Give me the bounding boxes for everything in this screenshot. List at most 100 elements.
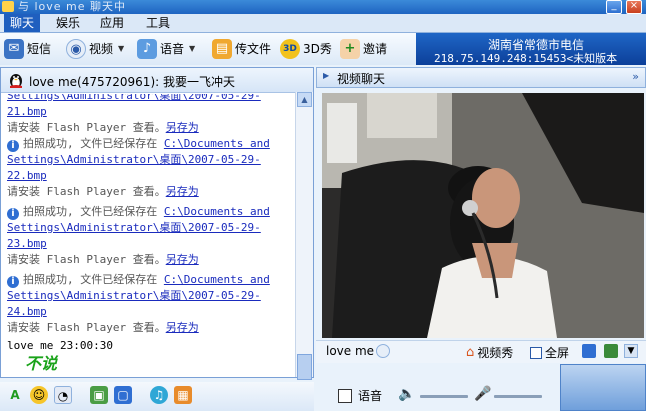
fullscreen-button[interactable]: 全屏 [530,344,569,361]
video-chat-title: 视频聊天 [337,72,386,86]
expand-arrow-icon[interactable]: » [632,70,639,83]
close-button[interactable]: × [626,0,642,14]
home-icon: ⌂ [466,345,475,360]
chat-panel: love me(475720961): 我要一飞冲天 Settings\Admi… [0,67,314,380]
speaker-icon[interactable]: 🔈 [398,386,415,402]
message-text: 拍照成功, 文件已经保存在 [23,137,164,150]
chat-scrollbar[interactable]: ▲ [295,92,313,380]
folder-icon: ▤ [212,39,232,59]
video-user-name: love me [326,344,375,358]
font-icon[interactable]: A [6,386,24,404]
save-as-link[interactable]: 另存为 [166,121,199,134]
system-message: i 拍照成功, 文件已经保存在 C:\Documents and Settings… [7,136,291,200]
scroll-thumb[interactable] [297,354,312,380]
microphone-icon[interactable]: 🎤 [474,386,491,402]
file-path-link[interactable]: C:\Documents and [164,273,270,286]
message-text: 不说 [25,354,58,373]
sms-label: 短信 [27,42,52,56]
fullscreen-label: 全屏 [545,346,570,360]
penguin-icon [10,74,22,88]
send-file-button[interactable]: ▤ 传文件 [212,38,271,60]
screenshot-icon[interactable]: ▢ [114,386,132,404]
magic-emoji-icon[interactable]: ◔ [54,386,72,404]
message-text: 拍照成功, 文件已经保存在 [23,205,164,218]
video-chat-header: ▶ 视频聊天 » [316,67,646,88]
sms-button[interactable]: ✉ 短信 [4,38,51,60]
toolbar: ✉ 短信 ◉ 视频 ▼ ♪ 语音 ▼ ▤ 传文件 3D 3D秀 + 邀请 [0,33,416,65]
info-icon: i [7,276,19,288]
video-feed[interactable] [322,93,644,338]
message-text: 拍照成功, 文件已经保存在 [23,273,164,286]
voice-button[interactable]: ♪ 语音 ▼ [137,38,195,60]
3d-icon: 3D [280,39,300,59]
voice-checkbox-label: 语音 [358,389,383,403]
voice-checkbox[interactable] [338,389,352,403]
video-button[interactable]: ◉ 视频 ▼ [66,38,124,60]
3d-show-label: 3D秀 [303,42,332,56]
info-icon: i [7,140,19,152]
info-icon: i [7,208,19,220]
webcam-icon: ◉ [66,39,86,59]
message-area[interactable]: Settings\Administrator\桌面\2007-05-29-21.… [7,94,291,376]
invite-button[interactable]: + 邀请 [340,38,387,60]
fullscreen-icon [530,346,542,359]
ip-info-panel: 湖南省常德市电信 218.75.149.248:15453<未知版本063B> [416,33,646,79]
webcam-icon[interactable] [376,344,390,358]
speaker-volume-slider[interactable] [420,395,468,398]
self-view-thumbnail[interactable] [560,364,646,411]
voice-label: 语音 [160,42,185,56]
file-path-link[interactable]: C:\Documents and [164,137,270,150]
camera-snapshot-icon[interactable] [582,344,596,358]
3d-show-button[interactable]: 3D 3D秀 [280,38,332,60]
scroll-up-arrow[interactable]: ▲ [297,92,312,107]
sms-icon: ✉ [4,39,24,59]
invite-label: 邀请 [363,42,388,56]
send-file-label: 传文件 [235,42,272,56]
flash-notice: 请安装 Flash Player 查看。 [7,253,166,266]
chevron-down-icon[interactable]: ▼ [118,38,124,60]
file-path-link[interactable]: Settings\Administrator\桌面\2007-05-29-22.… [7,152,291,184]
microphone-volume-slider[interactable] [494,395,542,398]
save-as-link[interactable]: 另存为 [166,253,199,266]
image-icon[interactable]: ▣ [90,386,108,404]
file-path-link[interactable]: Settings\Administrator\桌面\2007-05-29-23.… [7,220,291,252]
system-message: i 拍照成功, 文件已经保存在 C:\Documents and Settings… [7,272,291,336]
flash-notice: 请安装 Flash Player 查看。 [7,185,166,198]
music-icon[interactable]: ♫ [150,386,168,404]
window-title: 与 love me 聊天中 [18,0,127,13]
add-user-icon: + [340,39,360,59]
picture-icon[interactable] [604,344,618,358]
video-show-label: 视频秀 [477,346,514,360]
chevron-down-icon[interactable]: ▼ [189,38,195,60]
menu-bar: 聊天 娱乐 应用 工具 [0,14,646,33]
chat-contact-info: love me(475720961): 我要一飞冲天 [29,75,235,89]
collapse-arrow-icon[interactable]: ▶ [323,71,329,80]
video-controls-bar: love me ⌂ 视频秀 全屏 ▼ [316,340,646,363]
save-as-link[interactable]: 另存为 [166,321,199,334]
file-path-link[interactable]: Settings\Administrator\桌面\2007-05-29-24.… [7,288,291,320]
menu-tools[interactable]: 工具 [140,14,176,32]
flash-notice: 请安装 Flash Player 查看。 [7,321,166,334]
message-sender: love me 23:00:30 [7,339,113,352]
microphone-icon: ♪ [137,39,157,59]
gift-icon[interactable]: ▦ [174,386,192,404]
video-image [322,93,644,338]
app-icon [2,1,14,12]
input-toolbar: A ☺ ◔ ▣ ▢ ♫ ▦ [0,382,314,411]
menu-chat[interactable]: 聊天 [4,14,41,32]
voice-controls: 语音 🔈 🎤 [316,364,556,411]
minimize-button[interactable]: _ [606,0,622,14]
chat-header: love me(475720961): 我要一飞冲天 [1,68,313,93]
video-show-button[interactable]: ⌂ 视频秀 [466,344,513,361]
emoji-icon[interactable]: ☺ [30,386,48,404]
save-as-link[interactable]: 另存为 [166,185,199,198]
flash-notice: 请安装 Flash Player 查看。 [7,121,166,134]
file-path-link[interactable]: Settings\Administrator\桌面\2007-05-29-21.… [7,94,291,120]
menu-entertainment[interactable]: 娱乐 [50,14,86,32]
partial-message: Settings\Administrator\桌面\2007-05-29-21.… [7,94,291,136]
system-message: i 拍照成功, 文件已经保存在 C:\Documents and Settings… [7,204,291,268]
menu-apps[interactable]: 应用 [94,14,130,32]
file-path-link[interactable]: C:\Documents and [164,205,270,218]
menu-arrow-icon[interactable]: ▼ [624,344,638,358]
video-label: 视频 [89,42,114,56]
